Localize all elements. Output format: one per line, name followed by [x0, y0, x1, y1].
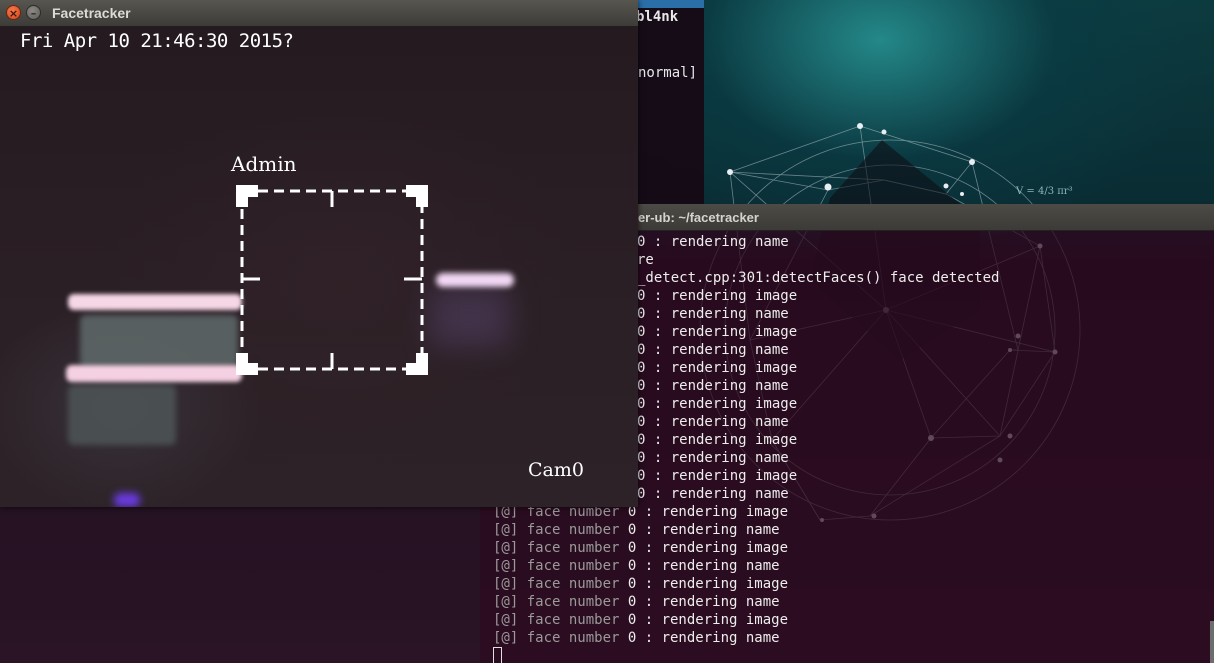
terminal-line: [@] face number 0 : rendering image: [493, 611, 1203, 629]
minimize-icon[interactable]: –: [26, 5, 41, 20]
window-title: Facetracker: [52, 5, 131, 21]
face-detection-box: [236, 185, 428, 375]
terminal-line-text: 0 : rendering name: [637, 306, 789, 322]
terminal-line-text: 0 : rendering name: [637, 342, 789, 358]
terminal-line-text: 0 : rendering name: [637, 450, 789, 466]
camera-blur: [114, 493, 140, 507]
terminal-line: [@] face number 0 : rendering name: [493, 629, 1203, 647]
terminal-line-text: 0 : rendering image: [627, 612, 789, 628]
terminal-line-text: 0 : rendering name: [637, 234, 789, 250]
terminal-line: [@] face number 0 : rendering name: [493, 593, 1203, 611]
terminal-line-text: 0 : rendering image: [637, 324, 798, 340]
close-icon[interactable]: ×: [6, 5, 21, 20]
terminal-line-text: 0 : rendering image: [637, 396, 798, 412]
terminal-line-text: 0 : rendering image: [637, 468, 798, 484]
terminal-line-prefix: [@] face number: [493, 522, 628, 538]
camera-blur: [68, 385, 176, 445]
terminal-scrollbar[interactable]: [1210, 621, 1214, 663]
camera-blur: [68, 294, 242, 310]
terminal-line-prefix: [@] face number: [493, 612, 628, 628]
facetracker-titlebar[interactable]: × – Facetracker: [0, 0, 638, 27]
terminal-line-text: re: [637, 252, 654, 268]
camera-feed: Fri Apr 10 21:46:30 2015? Admin Cam0: [0, 27, 638, 507]
camera-blur: [430, 287, 510, 347]
terminal-line-text: 0 : rendering name: [627, 522, 780, 538]
terminal-line: [@] face number 0 : rendering image: [493, 539, 1203, 557]
camera-blur: [436, 273, 514, 287]
terminal-line-text: 0 : rendering name: [637, 414, 789, 430]
camera-label: Cam0: [528, 459, 584, 481]
terminal-line-text: _detect.cpp:301:detectFaces() face detec…: [637, 270, 1000, 286]
terminal-text-line: bl4nk: [636, 9, 679, 25]
terminal-line-text: 0 : rendering image: [627, 504, 789, 520]
terminal-line-text: 0 : rendering name: [637, 486, 789, 502]
camera-timestamp: Fri Apr 10 21:46:30 2015?: [20, 30, 294, 52]
terminal-line-prefix: [@] face number: [493, 576, 628, 592]
terminal-line-text: 0 : rendering name: [627, 630, 780, 646]
terminal-line: [@] face number 0 : rendering name: [493, 521, 1203, 539]
terminal-line-text: 0 : rendering image: [637, 432, 798, 448]
wallpaper-formula: V = 4/3 πr³: [1016, 186, 1073, 197]
terminal-line-prefix: [@] face number: [493, 540, 628, 556]
terminal-prompt-line[interactable]: [493, 647, 1203, 663]
camera-blur: [80, 315, 238, 367]
face-name-label: Admin: [231, 152, 297, 176]
terminal-line-text: 0 : rendering image: [637, 288, 798, 304]
terminal-line-prefix: [@] face number: [493, 594, 628, 610]
terminal-title: per-ub: ~/facetracker: [630, 210, 759, 225]
terminal-line-text: 0 : rendering image: [627, 540, 789, 556]
terminal-text-line: normal]: [638, 65, 698, 81]
terminal-line-text: 0 : rendering name: [627, 558, 780, 574]
terminal-line: [@] face number 0 : rendering image: [493, 575, 1203, 593]
terminal-line: [@] face number 0 : rendering name: [493, 557, 1203, 575]
terminal-cursor: [493, 647, 502, 663]
terminal-line-text: 0 : rendering name: [637, 378, 789, 394]
camera-blur: [66, 365, 242, 382]
terminal-line-prefix: [@] face number: [493, 630, 628, 646]
terminal-line-text: 0 : rendering image: [637, 360, 798, 376]
terminal-line-text: 0 : rendering image: [627, 576, 789, 592]
terminal-line-text: 0 : rendering name: [627, 594, 780, 610]
facetracker-window[interactable]: × – Facetracker Fri Apr 10 21:46:30 2015…: [0, 0, 638, 507]
terminal-line-prefix: [@] face number: [493, 558, 628, 574]
